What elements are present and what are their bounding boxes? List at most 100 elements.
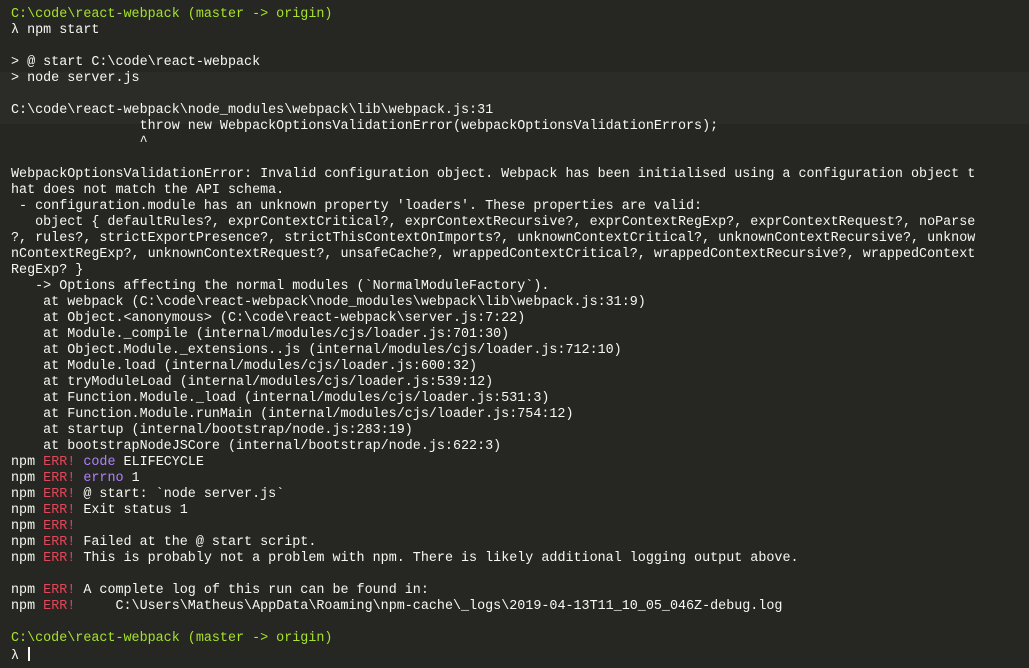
terminal-line: > @ start C:\code\react-webpack bbox=[11, 55, 1021, 71]
terminal-text-plain: WebpackOptionsValidationError: Invalid c… bbox=[11, 167, 976, 182]
terminal-text-plain: hat does not match the API schema. bbox=[11, 183, 285, 198]
terminal-text-prompt: C:\code\react-webpack bbox=[11, 7, 180, 22]
terminal-text-plain: npm bbox=[11, 471, 44, 486]
terminal-text-plain: at Module._compile (internal/modules/cjs… bbox=[11, 327, 510, 342]
terminal-text-plain: at webpack (C:\code\react-webpack\node_m… bbox=[11, 295, 646, 310]
terminal-text-plain: npm bbox=[11, 599, 44, 614]
terminal-line: nContextRegExp?, unknownContextRequest?,… bbox=[11, 247, 1021, 263]
terminal-text-err: ERR! bbox=[43, 487, 76, 502]
terminal-text-plain: > node server.js bbox=[11, 71, 140, 86]
terminal-line: C:\code\react-webpack (master -> origin) bbox=[11, 7, 1021, 23]
terminal-text-plain: at Function.Module._load (internal/modul… bbox=[11, 391, 550, 406]
terminal-text-plain: Failed at the @ start script. bbox=[75, 535, 317, 550]
terminal-text-plain: @ start: `node server.js` bbox=[75, 487, 285, 502]
terminal-text-key: code bbox=[83, 455, 116, 470]
terminal-text-branch: (master -> origin) bbox=[179, 631, 333, 646]
terminal-line: npm ERR! code ELIFECYCLE bbox=[11, 455, 1021, 471]
terminal-text-err: ERR! bbox=[43, 583, 76, 598]
terminal-text-err: ERR! bbox=[43, 535, 76, 550]
terminal-line: npm ERR! bbox=[11, 519, 1021, 535]
terminal-text-err: ERR! bbox=[43, 551, 76, 566]
terminal-text-plain: npm bbox=[11, 503, 44, 518]
terminal-line: throw new WebpackOptionsValidationError(… bbox=[11, 119, 1021, 135]
terminal-line: at Function.Module.runMain (internal/mod… bbox=[11, 407, 1021, 423]
terminal-text-plain: npm bbox=[11, 583, 44, 598]
terminal-line: npm ERR! @ start: `node server.js` bbox=[11, 487, 1021, 503]
terminal-text-plain: λ npm start bbox=[11, 23, 100, 38]
terminal-text-plain: at Object.Module._extensions..js (intern… bbox=[11, 343, 622, 358]
terminal-text-plain: Exit status 1 bbox=[75, 503, 188, 518]
terminal-line: WebpackOptionsValidationError: Invalid c… bbox=[11, 167, 1021, 183]
terminal-text-plain: λ bbox=[11, 649, 28, 663]
terminal-text-plain: at tryModuleLoad (internal/modules/cjs/l… bbox=[11, 375, 494, 390]
terminal-line: at webpack (C:\code\react-webpack\node_m… bbox=[11, 295, 1021, 311]
terminal-line: at Function.Module._load (internal/modul… bbox=[11, 391, 1021, 407]
terminal-line: npm ERR! A complete log of this run can … bbox=[11, 583, 1021, 599]
terminal-text-err: ERR! bbox=[43, 503, 76, 518]
terminal-text-plain: C:\Users\Matheus\AppData\Roaming\npm-cac… bbox=[75, 599, 783, 614]
terminal-text-prompt: C:\code\react-webpack bbox=[11, 631, 180, 646]
text-cursor bbox=[28, 647, 31, 661]
terminal-text-plain: -> Options affecting the normal modules … bbox=[11, 279, 550, 294]
terminal-line: -> Options affecting the normal modules … bbox=[11, 279, 1021, 295]
terminal-text-plain: nContextRegExp?, unknownContextRequest?,… bbox=[11, 247, 976, 262]
terminal-text-branch: (master -> origin) bbox=[179, 7, 333, 22]
terminal-text-err: ERR! bbox=[43, 455, 76, 470]
terminal-output: C:\code\react-webpack (master -> origin)… bbox=[11, 7, 1021, 663]
terminal-line: object { defaultRules?, exprContextCriti… bbox=[11, 215, 1021, 231]
terminal-text-plain: at bootstrapNodeJSCore (internal/bootstr… bbox=[11, 439, 502, 454]
terminal-line: npm ERR! Failed at the @ start script. bbox=[11, 535, 1021, 551]
terminal-text-plain: - configuration.module has an unknown pr… bbox=[11, 199, 703, 214]
terminal-line: npm ERR! C:\Users\Matheus\AppData\Roamin… bbox=[11, 599, 1021, 615]
terminal-text-plain: at Object.<anonymous> (C:\code\react-web… bbox=[11, 311, 526, 326]
terminal-line: npm ERR! Exit status 1 bbox=[11, 503, 1021, 519]
terminal-text-err: ERR! bbox=[43, 599, 76, 614]
terminal-window[interactable]: C:\code\react-webpack (master -> origin)… bbox=[0, 0, 1029, 668]
terminal-text-plain: npm bbox=[11, 487, 44, 502]
terminal-text-plain: ^ bbox=[11, 135, 148, 150]
terminal-text-plain: at Function.Module.runMain (internal/mod… bbox=[11, 407, 574, 422]
terminal-text-plain: npm bbox=[11, 535, 44, 550]
terminal-line: ^ bbox=[11, 135, 1021, 151]
terminal-text-plain: ELIFECYCLE bbox=[115, 455, 204, 470]
terminal-line: C:\code\react-webpack (master -> origin) bbox=[11, 631, 1021, 647]
terminal-line: λ npm start bbox=[11, 23, 1021, 39]
terminal-line: at startup (internal/bootstrap/node.js:2… bbox=[11, 423, 1021, 439]
terminal-text-err: ERR! bbox=[43, 471, 76, 486]
terminal-text-plain: RegExp? } bbox=[11, 263, 84, 278]
terminal-text-plain: This is probably not a problem with npm.… bbox=[75, 551, 799, 566]
terminal-text-plain: ?, rules?, strictExportPresence?, strict… bbox=[11, 231, 976, 246]
terminal-line: at tryModuleLoad (internal/modules/cjs/l… bbox=[11, 375, 1021, 391]
terminal-line: npm ERR! errno 1 bbox=[11, 471, 1021, 487]
terminal-text-plain: at startup (internal/bootstrap/node.js:2… bbox=[11, 423, 413, 438]
terminal-text-plain: npm bbox=[11, 519, 44, 534]
terminal-text-plain: object { defaultRules?, exprContextCriti… bbox=[11, 215, 976, 230]
terminal-line: at Module.load (internal/modules/cjs/loa… bbox=[11, 359, 1021, 375]
terminal-line: > node server.js bbox=[11, 71, 1021, 87]
terminal-line: at Object.<anonymous> (C:\code\react-web… bbox=[11, 311, 1021, 327]
terminal-text-key: errno bbox=[83, 471, 124, 486]
terminal-text-plain: A complete log of this run can be found … bbox=[75, 583, 429, 598]
terminal-line: C:\code\react-webpack\node_modules\webpa… bbox=[11, 103, 1021, 119]
terminal-text-plain: throw new WebpackOptionsValidationError(… bbox=[11, 119, 719, 134]
terminal-line: λ bbox=[11, 647, 1021, 663]
terminal-text-plain: C:\code\react-webpack\node_modules\webpa… bbox=[11, 103, 494, 118]
terminal-line: at Module._compile (internal/modules/cjs… bbox=[11, 327, 1021, 343]
terminal-line: - configuration.module has an unknown pr… bbox=[11, 199, 1021, 215]
terminal-line: npm ERR! This is probably not a problem … bbox=[11, 551, 1021, 567]
terminal-text-plain: npm bbox=[11, 455, 44, 470]
terminal-line: RegExp? } bbox=[11, 263, 1021, 279]
terminal-text-plain: > @ start C:\code\react-webpack bbox=[11, 55, 261, 70]
terminal-line: ?, rules?, strictExportPresence?, strict… bbox=[11, 231, 1021, 247]
terminal-text-plain: 1 bbox=[123, 471, 140, 486]
terminal-text-plain: npm bbox=[11, 551, 44, 566]
terminal-text-plain: at Module.load (internal/modules/cjs/loa… bbox=[11, 359, 478, 374]
terminal-line: at bootstrapNodeJSCore (internal/bootstr… bbox=[11, 439, 1021, 455]
terminal-text-err: ERR! bbox=[43, 519, 76, 534]
terminal-line: hat does not match the API schema. bbox=[11, 183, 1021, 199]
